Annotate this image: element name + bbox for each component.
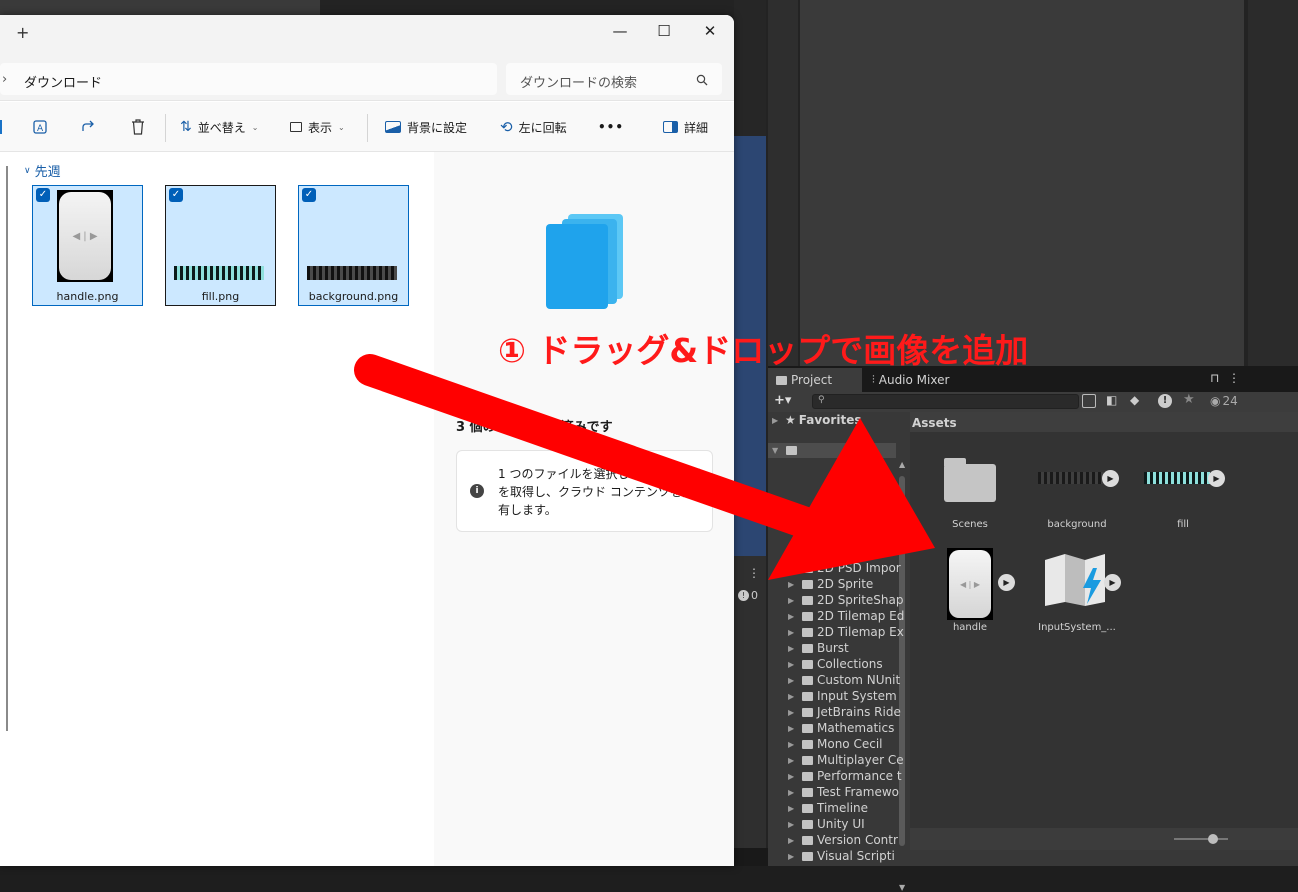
drag-arrow-annotation [354, 354, 935, 580]
instruction-annotation: ① ドラッグ&ドロップで画像を追加 [498, 331, 1029, 370]
